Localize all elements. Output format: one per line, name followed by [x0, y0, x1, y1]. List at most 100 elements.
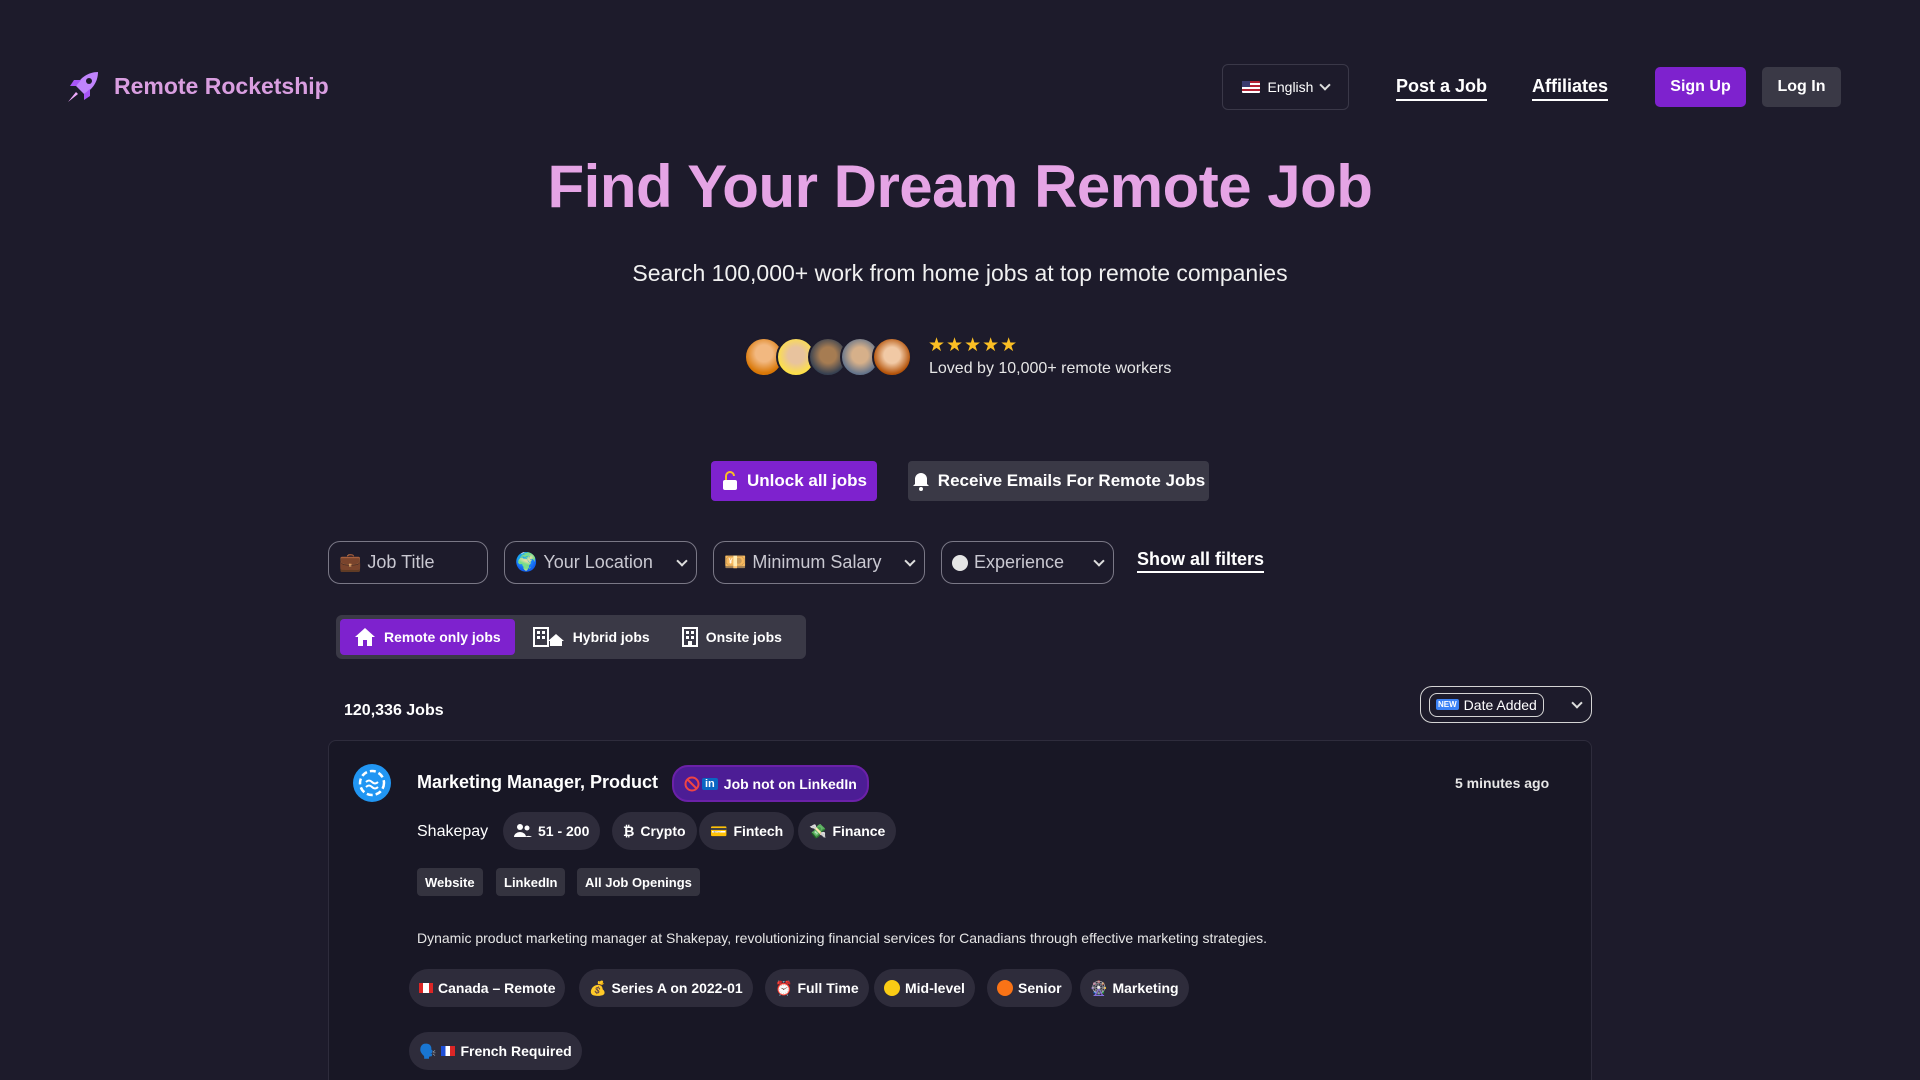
- industry-label: Fintech: [733, 823, 784, 839]
- industry-label: Finance: [832, 823, 886, 839]
- chevron-down-icon: [1571, 696, 1583, 709]
- linkedin-link[interactable]: LinkedIn: [496, 868, 566, 896]
- yellow-circle-icon: [884, 980, 900, 996]
- language-tag-label: French Required: [460, 1043, 572, 1059]
- post-job-link[interactable]: Post a Job: [1396, 76, 1488, 101]
- unlock-label: Unlock all jobs: [747, 471, 867, 490]
- job-title-placeholder: Job Title: [367, 552, 435, 572]
- office-house-icon: [532, 627, 564, 647]
- experience-placeholder: Experience: [974, 552, 1065, 572]
- funding-tag: 💰 Series A on 2022-01: [579, 969, 753, 1007]
- company-logo[interactable]: [353, 764, 391, 802]
- page-subtitle: Search 100,000+ work from home jobs at t…: [632, 260, 1288, 286]
- company-name[interactable]: Shakepay: [417, 823, 488, 841]
- salary-placeholder: Minimum Salary: [752, 552, 882, 572]
- sort-pill: NEW Date Added: [1429, 692, 1544, 717]
- affiliates-link[interactable]: Affiliates: [1532, 76, 1609, 101]
- log-in-button[interactable]: Log In: [1762, 67, 1841, 107]
- shakepay-logo-icon: [358, 769, 386, 797]
- department-tag: 🎡 Marketing: [1080, 969, 1189, 1007]
- remote-only-toggle[interactable]: Remote only jobs: [340, 619, 515, 655]
- all-job-openings-link[interactable]: All Job Openings: [577, 868, 700, 896]
- hybrid-toggle[interactable]: Hybrid jobs: [519, 619, 664, 655]
- onsite-toggle[interactable]: Onsite jobs: [668, 619, 796, 655]
- france-flag-icon: [441, 1046, 456, 1056]
- prohibited-icon: [684, 776, 700, 791]
- industry-chip-crypto: ₿ Crypto: [612, 812, 697, 850]
- location-select[interactable]: 🌍 Your Location: [504, 541, 697, 584]
- level-tag-label: Mid-level: [905, 980, 965, 996]
- chevron-down-icon: [1319, 79, 1332, 91]
- house-icon: [355, 628, 375, 646]
- unlock-icon: [723, 471, 737, 490]
- alarm-clock-icon: ⏰: [775, 979, 793, 996]
- employment-type-tag: ⏰ Full Time: [765, 969, 869, 1007]
- chevron-down-icon: [676, 554, 688, 567]
- money-bag-icon: 💰: [589, 979, 607, 996]
- not-on-linkedin-badge: in Job not on LinkedIn: [672, 765, 869, 802]
- location-placeholder: Your Location: [543, 552, 653, 572]
- chevron-down-icon: [1093, 554, 1105, 567]
- job-count: 120,336 Jobs: [344, 702, 444, 719]
- industry-chip-finance: 💸 Finance: [798, 812, 897, 850]
- user-avatars: [744, 337, 912, 377]
- hybrid-label: Hybrid jobs: [572, 629, 650, 645]
- circle-icon: [952, 554, 968, 571]
- salary-select[interactable]: 💴 Minimum Salary: [713, 541, 925, 584]
- briefcase-icon: 💼: [339, 552, 362, 572]
- not-on-linkedin-label: Job not on LinkedIn: [723, 775, 857, 792]
- sort-select[interactable]: NEW Date Added: [1420, 686, 1592, 723]
- level-tag-senior: Senior: [987, 969, 1072, 1007]
- department-tag-label: Marketing: [1112, 980, 1179, 996]
- linkedin-icon: in: [702, 777, 718, 790]
- job-title[interactable]: Marketing Manager, Product: [417, 772, 658, 793]
- users-icon: [514, 824, 532, 837]
- onsite-label: Onsite jobs: [705, 629, 782, 645]
- employment-type-label: Full Time: [797, 980, 859, 996]
- brand-logo[interactable]: Remote Rocketship: [64, 66, 329, 106]
- money-icon: 💴: [724, 552, 747, 572]
- bell-icon: [912, 473, 929, 491]
- level-tag-mid: Mid-level: [874, 969, 975, 1007]
- rocket-icon: [68, 72, 98, 102]
- posted-time: 5 minutes ago: [1455, 775, 1550, 791]
- chevron-down-icon: [904, 554, 916, 567]
- location-tag-label: Canada – Remote: [438, 980, 556, 996]
- language-label: English: [1267, 79, 1314, 95]
- orange-circle-icon: [997, 980, 1013, 996]
- location-tag: Canada – Remote: [409, 969, 566, 1007]
- language-selector[interactable]: English: [1222, 64, 1349, 110]
- building-icon: [681, 627, 698, 647]
- website-link[interactable]: Website: [417, 868, 483, 896]
- brand-name: Remote Rocketship: [114, 72, 329, 99]
- avatar: [872, 337, 912, 377]
- new-icon: NEW: [1436, 699, 1459, 710]
- level-tag-label: Senior: [1018, 980, 1062, 996]
- show-all-filters-link[interactable]: Show all filters: [1137, 549, 1265, 573]
- ferris-wheel-icon: 🎡: [1090, 979, 1108, 996]
- sort-label: Date Added: [1463, 696, 1537, 713]
- receive-emails-label: Receive Emails For Remote Jobs: [937, 471, 1206, 490]
- language-requirement-tag: 🗣️ French Required: [409, 1032, 582, 1070]
- social-proof-text: Loved by 10,000+ remote workers: [929, 360, 1172, 377]
- rating-stars: ★★★★★: [928, 335, 1019, 356]
- sign-up-button[interactable]: Sign Up: [1655, 67, 1746, 107]
- speaking-head-icon: 🗣️: [419, 1042, 437, 1059]
- credit-card-icon: 💳: [710, 822, 728, 839]
- receive-emails-button[interactable]: Receive Emails For Remote Jobs: [908, 461, 1209, 501]
- bitcoin-icon: ₿: [623, 823, 635, 839]
- funding-tag-label: Series A on 2022-01: [611, 980, 743, 996]
- canada-flag-icon: [419, 983, 433, 993]
- work-type-toggle: Remote only jobs Hybrid jobs Onsite jobs: [336, 615, 806, 659]
- industry-chip-fintech: 💳 Fintech: [699, 812, 795, 850]
- industry-label: Crypto: [640, 823, 686, 839]
- job-description: Dynamic product marketing manager at Sha…: [417, 930, 1268, 946]
- unlock-jobs-button[interactable]: Unlock all jobs: [711, 461, 877, 501]
- money-wings-icon: 💸: [809, 822, 827, 839]
- company-size-label: 51 - 200: [538, 823, 590, 839]
- experience-select[interactable]: Experience: [941, 541, 1114, 584]
- remote-only-label: Remote only jobs: [384, 629, 501, 645]
- job-title-input[interactable]: 💼 Job Title: [328, 541, 488, 584]
- page-title: Find Your Dream Remote Job: [547, 153, 1373, 220]
- us-flag-icon: [1241, 81, 1260, 93]
